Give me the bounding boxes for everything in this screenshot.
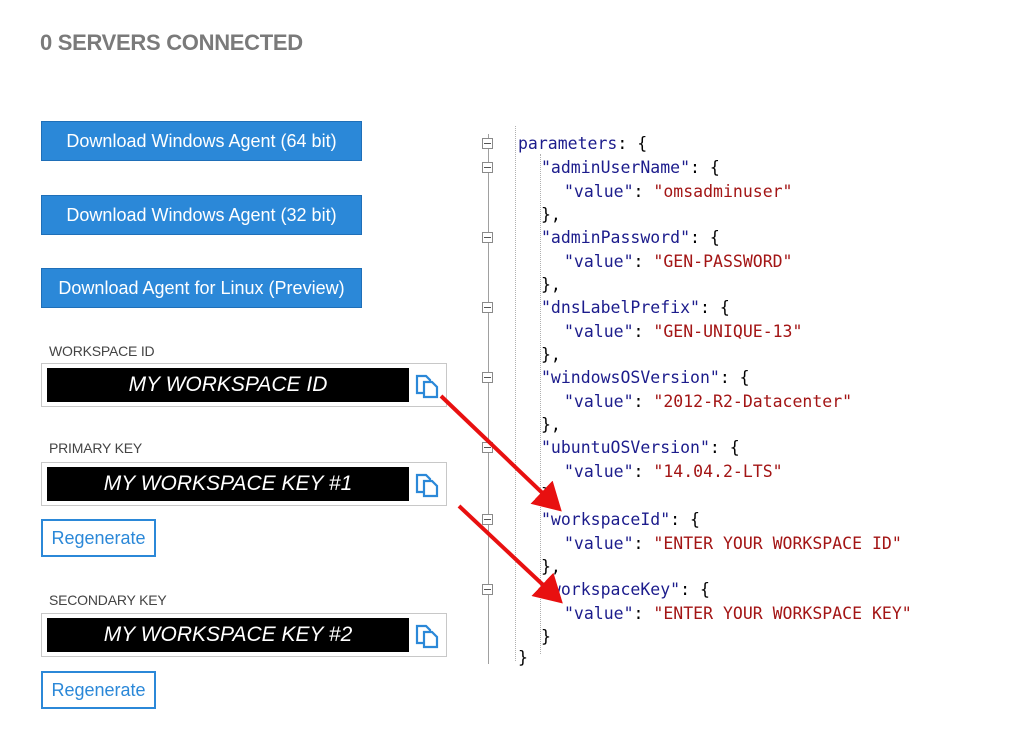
code-line: }, [541, 557, 561, 576]
regenerate-primary-button[interactable]: Regenerate [41, 519, 156, 557]
code-line: "adminPassword": { [541, 228, 720, 247]
code-line: }, [541, 345, 561, 364]
collapse-icon[interactable] [482, 162, 493, 173]
param-name: "workspaceKey" [541, 580, 681, 599]
param-value: "omsadminuser" [653, 182, 793, 201]
code-line: "workspaceId": { [541, 510, 700, 529]
servers-connected-heading: 0 SERVERS CONNECTED [40, 30, 303, 55]
code-line: }, [541, 415, 561, 434]
code-line: }, [541, 275, 561, 294]
download-windows-64-button[interactable]: Download Windows Agent (64 bit) [41, 121, 362, 161]
collapse-icon[interactable] [482, 514, 493, 525]
value-key: "value" [564, 534, 634, 553]
code-line: "value": "GEN-UNIQUE-13" [564, 322, 803, 341]
collapse-icon[interactable] [482, 442, 493, 453]
param-value: "ENTER YOUR WORKSPACE KEY" [653, 604, 912, 623]
code-line: "value": "ENTER YOUR WORKSPACE KEY" [564, 604, 912, 623]
secondary-key-label: SECONDARY KEY [49, 592, 167, 608]
param-value: "2012-R2-Datacenter" [653, 392, 853, 411]
param-value: "GEN-PASSWORD" [653, 252, 793, 271]
code-line: } [541, 627, 551, 646]
param-name: "workspaceId" [541, 510, 671, 529]
download-linux-button[interactable]: Download Agent for Linux (Preview) [41, 268, 362, 308]
code-line: "workspaceKey": { [541, 580, 710, 599]
collapse-icon[interactable] [482, 138, 493, 149]
collapse-icon[interactable] [482, 232, 493, 243]
param-name: "windowsOSVersion" [541, 368, 720, 387]
code-line: "windowsOSVersion": { [541, 368, 750, 387]
param-name: "dnsLabelPrefix" [541, 298, 700, 317]
value-key: "value" [564, 392, 634, 411]
code-line: }, [541, 205, 561, 224]
workspace-id-field[interactable]: MY WORKSPACE ID [41, 363, 447, 407]
copy-icon[interactable] [414, 373, 440, 399]
code-line: } [518, 648, 528, 667]
value-key: "value" [564, 322, 634, 341]
code-line: "value": "GEN-PASSWORD" [564, 252, 793, 271]
value-key: "value" [564, 182, 634, 201]
download-windows-32-button[interactable]: Download Windows Agent (32 bit) [41, 195, 362, 235]
value-key: "value" [564, 252, 634, 271]
code-line: "value": "14.04.2-LTS" [564, 462, 783, 481]
code-line: parameters: { [518, 134, 648, 153]
value-key: "value" [564, 604, 634, 623]
root-key: parameters [518, 134, 618, 153]
primary-key-value: MY WORKSPACE KEY #1 [47, 467, 409, 501]
workspace-id-label: WORKSPACE ID [49, 343, 155, 359]
param-value: "GEN-UNIQUE-13" [653, 322, 803, 341]
collapse-icon[interactable] [482, 584, 493, 595]
code-line: }, [541, 485, 561, 504]
param-name: "ubuntuOSVersion" [541, 438, 710, 457]
code-line: "value": "2012-R2-Datacenter" [564, 392, 853, 411]
primary-key-label: PRIMARY KEY [49, 440, 142, 456]
code-line: "ubuntuOSVersion": { [541, 438, 740, 457]
param-value: "ENTER YOUR WORKSPACE ID" [653, 534, 902, 553]
code-editor: parameters: { "adminUserName": { "value"… [478, 124, 998, 669]
collapse-icon[interactable] [482, 302, 493, 313]
code-line: "adminUserName": { [541, 158, 720, 177]
code-line: "value": "omsadminuser" [564, 182, 793, 201]
copy-icon[interactable] [414, 472, 440, 498]
regenerate-secondary-button[interactable]: Regenerate [41, 671, 156, 709]
indent-guide [515, 126, 516, 661]
collapse-icon[interactable] [482, 372, 493, 383]
param-value: "14.04.2-LTS" [653, 462, 783, 481]
secondary-key-value: MY WORKSPACE KEY #2 [47, 618, 409, 652]
code-line: "dnsLabelPrefix": { [541, 298, 730, 317]
copy-icon[interactable] [414, 623, 440, 649]
code-line: "value": "ENTER YOUR WORKSPACE ID" [564, 534, 902, 553]
secondary-key-field[interactable]: MY WORKSPACE KEY #2 [41, 613, 447, 657]
value-key: "value" [564, 462, 634, 481]
param-name: "adminUserName" [541, 158, 691, 177]
param-name: "adminPassword" [541, 228, 691, 247]
workspace-id-value: MY WORKSPACE ID [47, 368, 409, 402]
primary-key-field[interactable]: MY WORKSPACE KEY #1 [41, 462, 447, 506]
